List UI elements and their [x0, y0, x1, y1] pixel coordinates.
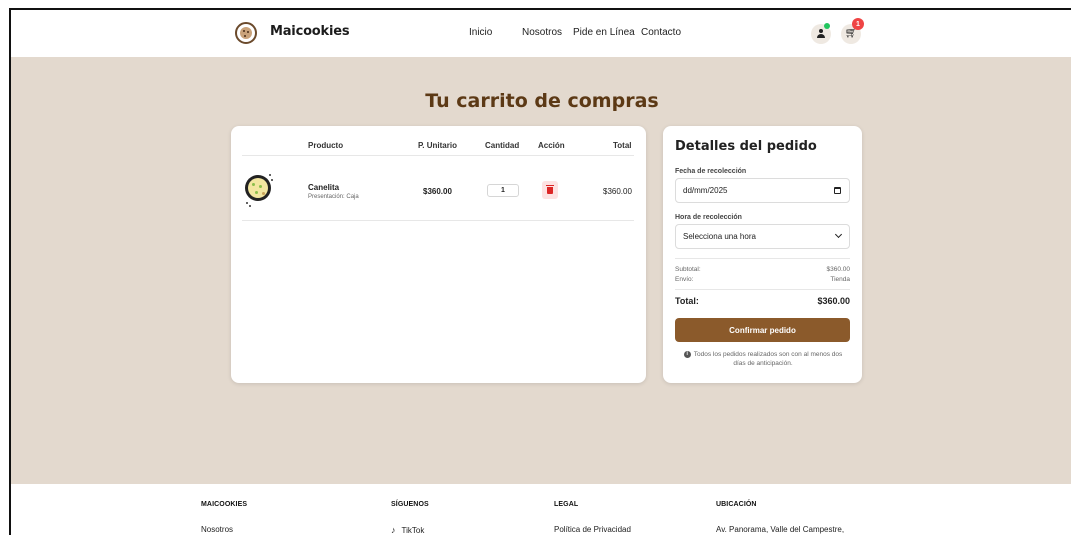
subtotal-value: $360.00 — [826, 266, 851, 273]
page-title: Tu carrito de compras — [425, 90, 659, 112]
column-header-producto: Producto — [308, 141, 344, 150]
quantity-input[interactable]: 1 — [487, 184, 519, 197]
tiktok-icon: ♪ — [391, 525, 396, 535]
product-image[interactable] — [244, 172, 273, 208]
column-header-accion: Acción — [538, 141, 565, 150]
cart-table-card: Producto P. Unitario Cantidad Acción Tot… — [231, 126, 646, 383]
user-account-button[interactable] — [811, 23, 831, 44]
pickup-time-value: Selecciona una hora — [683, 232, 756, 241]
order-details-card: Detalles del pedido Fecha de recolección… — [663, 126, 862, 383]
total-label: Total: — [675, 296, 699, 306]
column-header-precio-unitario: P. Unitario — [418, 141, 457, 150]
site-footer: MAICOOKIES Nosotros SÍGUENOS ♪ TikTok LEG… — [11, 484, 1071, 535]
pickup-time-select[interactable]: Selecciona una hora — [675, 224, 850, 249]
info-icon: i — [683, 350, 691, 358]
footer-link-privacidad[interactable]: Política de Privacidad — [554, 525, 631, 534]
shipping-label: Envío: — [675, 276, 694, 283]
browser-viewport: Maicookies Inicio Nosotros Pide en Línea… — [9, 8, 1071, 535]
footer-link-tiktok[interactable]: ♪ TikTok — [391, 525, 424, 535]
delete-item-button[interactable] — [542, 181, 558, 199]
calendar-icon[interactable] — [834, 187, 841, 194]
order-notice: i Todos los pedidos realizados son con al… — [678, 350, 848, 368]
nav-nosotros[interactable]: Nosotros — [522, 27, 562, 38]
footer-heading-siguenos: SÍGUENOS — [391, 501, 429, 508]
product-name: Canelita — [308, 183, 340, 192]
pickup-date-label: Fecha de recolección — [675, 168, 747, 175]
footer-link-nosotros[interactable]: Nosotros — [201, 525, 233, 534]
pickup-date-value: dd/mm/2025 — [683, 186, 728, 195]
user-icon — [817, 29, 825, 39]
main-content: Tu carrito de compras Producto P. Unitar… — [11, 57, 1071, 484]
total-value: $360.00 — [817, 296, 850, 306]
line-total: $360.00 — [603, 187, 632, 196]
footer-address: Av. Panorama, Valle del Campestre, — [716, 525, 845, 534]
footer-heading-maicookies: MAICOOKIES — [201, 501, 248, 508]
nav-inicio[interactable]: Inicio — [469, 27, 492, 38]
column-header-total: Total — [613, 141, 632, 150]
shipping-value: Tienda — [830, 276, 850, 283]
order-details-title: Detalles del pedido — [675, 139, 817, 154]
cart-button[interactable]: 🛒︎ 1 — [841, 18, 864, 44]
cart-count-badge: 1 — [852, 18, 864, 30]
unit-price: $360.00 — [423, 187, 452, 196]
brand-logo-icon[interactable] — [235, 22, 257, 44]
summary-divider — [675, 258, 850, 259]
total-divider — [675, 289, 850, 290]
online-status-dot — [824, 23, 830, 29]
trash-icon — [546, 184, 554, 194]
subtotal-label: Subtotal: — [675, 266, 701, 273]
confirm-order-button[interactable]: Confirmar pedido — [675, 318, 850, 342]
cart-icon: 🛒︎ — [844, 28, 858, 39]
column-header-cantidad: Cantidad — [485, 141, 520, 150]
product-presentation: Presentación: Caja — [308, 194, 359, 200]
footer-heading-legal: LEGAL — [554, 501, 579, 508]
pickup-time-label: Hora de recolección — [675, 214, 742, 221]
order-notice-text: Todos los pedidos realizados son con al … — [693, 351, 843, 367]
top-navbar: Maicookies Inicio Nosotros Pide en Línea… — [11, 10, 1071, 57]
row-divider — [242, 220, 634, 221]
chevron-down-icon — [834, 230, 843, 239]
brand-name[interactable]: Maicookies — [270, 24, 350, 39]
footer-link-tiktok-label: TikTok — [401, 526, 425, 535]
nav-contacto[interactable]: Contacto — [641, 27, 681, 38]
footer-heading-ubicacion: UBICACIÓN — [716, 501, 757, 508]
header-divider — [242, 155, 634, 156]
pickup-date-input[interactable]: dd/mm/2025 — [675, 178, 850, 203]
nav-pide-en-linea[interactable]: Pide en Línea — [573, 27, 635, 38]
